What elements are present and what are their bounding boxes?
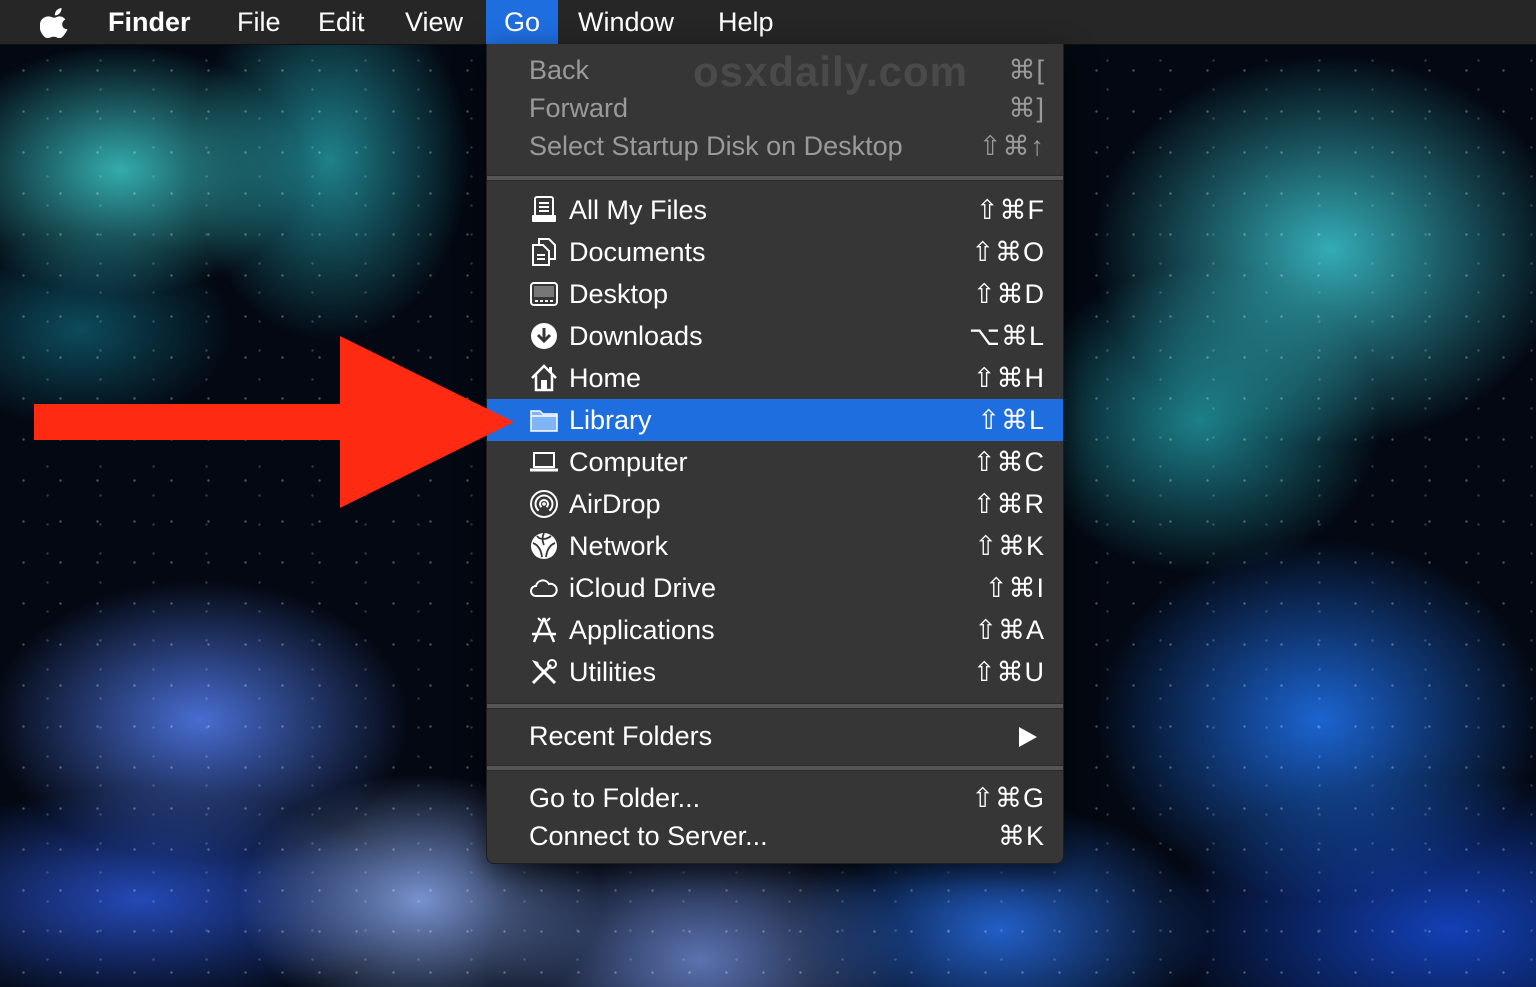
submenu-arrow-icon: [1019, 727, 1037, 747]
computer-icon: [530, 452, 558, 472]
airdrop-icon: [530, 490, 558, 518]
folder-icon: [530, 410, 558, 432]
menu-item-computer[interactable]: Computer ⇧⌘C: [487, 441, 1063, 483]
documents-icon: [532, 238, 556, 266]
downloads-icon: [531, 323, 557, 349]
desktop-icon: [530, 282, 558, 306]
menu-file[interactable]: File: [219, 0, 299, 44]
menu-separator: [487, 703, 1063, 709]
menu-item-network[interactable]: Network ⇧⌘K: [487, 525, 1063, 567]
menu-edit[interactable]: Edit: [300, 0, 383, 44]
menu-item-forward: Forward ⌘]: [529, 93, 1045, 123]
menu-item-airdrop[interactable]: AirDrop ⇧⌘R: [487, 483, 1063, 525]
network-icon: [531, 532, 557, 559]
cloud-icon: [530, 579, 558, 597]
menu-item-all-my-files[interactable]: All My Files ⇧⌘F: [487, 189, 1063, 231]
applications-icon: [532, 617, 556, 643]
menu-item-go-to-folder[interactable]: Go to Folder... ⇧⌘G: [487, 777, 1063, 819]
menu-item-connect-to-server[interactable]: Connect to Server... ⌘K: [487, 815, 1063, 857]
menu-bar: Finder File Edit View Go Window Help: [0, 0, 1536, 45]
menu-separator: [487, 175, 1063, 181]
menu-finder[interactable]: Finder: [90, 0, 209, 44]
menu-help[interactable]: Help: [700, 0, 792, 44]
menu-window[interactable]: Window: [560, 0, 692, 44]
menu-item-applications[interactable]: Applications ⇧⌘A: [487, 609, 1063, 651]
all-my-files-icon: [532, 196, 556, 222]
menu-item-documents[interactable]: Documents ⇧⌘O: [487, 231, 1063, 273]
menu-item-select-startup-disk: Select Startup Disk on Desktop ⇧⌘↑: [529, 131, 1045, 161]
menu-go[interactable]: Go: [486, 0, 558, 44]
menu-item-utilities[interactable]: Utilities ⇧⌘U: [487, 651, 1063, 693]
menu-item-library[interactable]: Library ⇧⌘L: [487, 399, 1063, 441]
menu-separator: [487, 765, 1063, 771]
menu-item-icloud-drive[interactable]: iCloud Drive ⇧⌘I: [487, 567, 1063, 609]
menu-item-home[interactable]: Home ⇧⌘H: [487, 357, 1063, 399]
annotation-arrow-icon: [34, 336, 514, 508]
menu-item-back: Back ⌘[: [529, 55, 1045, 85]
menu-item-recent-folders[interactable]: Recent Folders: [487, 715, 1063, 757]
go-menu-dropdown: osxdaily.com Back ⌘[ Forward ⌘] Select S…: [486, 44, 1064, 864]
home-icon: [531, 364, 557, 392]
utilities-icon: [531, 659, 557, 685]
menu-view[interactable]: View: [387, 0, 481, 44]
menu-item-downloads[interactable]: Downloads ⌥⌘L: [487, 315, 1063, 357]
menu-item-desktop[interactable]: Desktop ⇧⌘D: [487, 273, 1063, 315]
apple-icon[interactable]: [40, 6, 70, 38]
